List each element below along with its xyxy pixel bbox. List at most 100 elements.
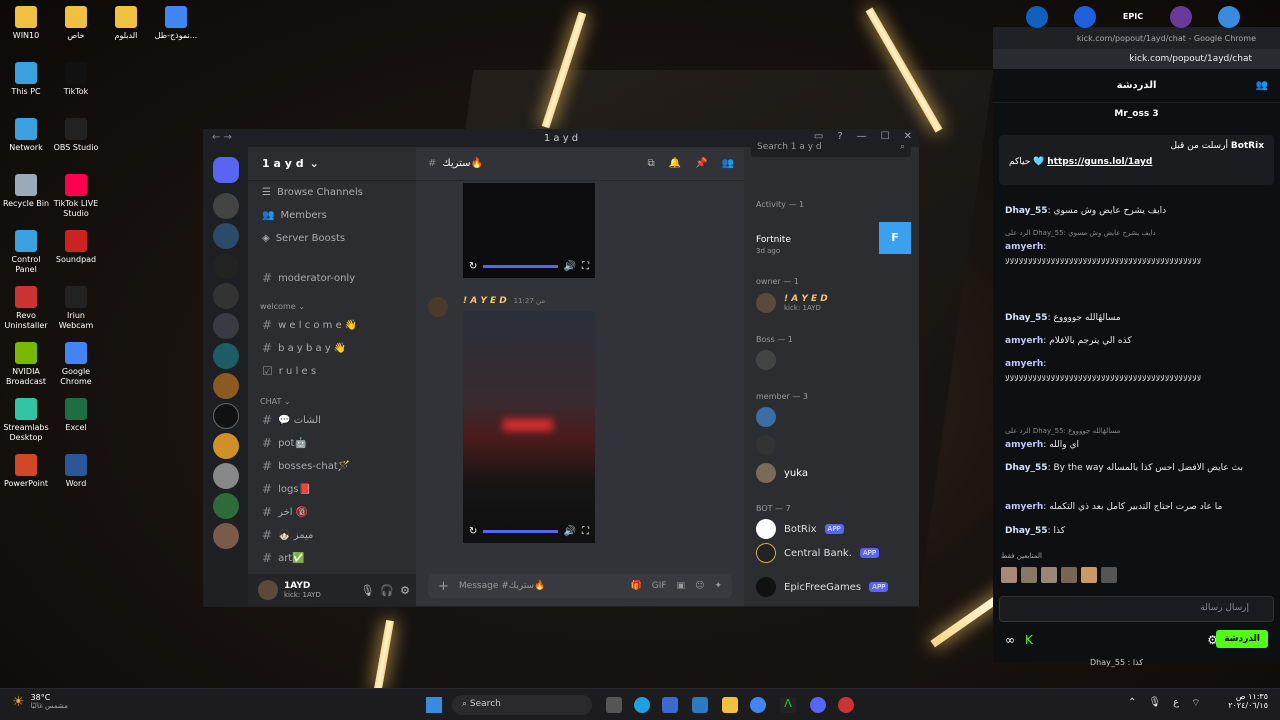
menu-members[interactable]: 👥 Members	[262, 210, 327, 221]
replay-icon[interactable]: ↻	[469, 261, 477, 272]
plus-icon[interactable]: +	[438, 579, 449, 594]
avatar[interactable]	[1081, 567, 1097, 583]
server-icon[interactable]	[213, 373, 239, 399]
channel-memes[interactable]: # 👧🏻 ميمز	[262, 528, 313, 542]
category-welcome[interactable]: welcome ⌄	[260, 302, 305, 311]
headphones-icon[interactable]: 🎧	[380, 584, 394, 597]
desktop-icon[interactable]: Google Chrome	[50, 342, 102, 387]
nav-arrows[interactable]: ← →	[212, 132, 232, 143]
channel-akher[interactable]: # اخر 🔞	[262, 505, 308, 519]
chat-send-button[interactable]: الدردشة	[1216, 630, 1268, 648]
wifi-icon[interactable]: ⌔	[1191, 697, 1200, 710]
members-icon[interactable]: 👥	[722, 158, 734, 169]
channel-pot[interactable]: # pot🤖	[262, 436, 307, 450]
mic-icon[interactable]: 🎙	[1148, 697, 1161, 710]
member-owner[interactable]: ! A Y E Dkick: 1AYD	[756, 293, 828, 313]
avatar[interactable]	[1041, 567, 1057, 583]
chat-user[interactable]: amyerh	[1005, 336, 1043, 346]
avatar[interactable]	[258, 580, 278, 600]
chat-user[interactable]: Dhay_55	[1005, 313, 1048, 323]
server-icon[interactable]	[213, 523, 239, 549]
member-yuka[interactable]: yuka	[756, 463, 808, 483]
server-icon[interactable]	[213, 223, 239, 249]
gear-icon[interactable]: ⚙	[400, 584, 410, 597]
app-icon[interactable]	[1026, 6, 1048, 28]
discord-home-icon[interactable]	[213, 157, 239, 183]
chat-user[interactable]: amyerh	[1005, 359, 1043, 369]
fullscreen-icon[interactable]: ⛶	[582, 261, 589, 272]
server-icon[interactable]	[213, 343, 239, 369]
start-icon[interactable]	[426, 697, 442, 713]
edge-icon[interactable]	[634, 697, 650, 713]
epic-games-icon[interactable]: EPIC	[1122, 6, 1144, 28]
desktop-icon[interactable]: PowerPoint	[0, 454, 52, 489]
chrome-icon[interactable]	[750, 697, 766, 713]
threads-icon[interactable]: ⧉	[648, 158, 655, 169]
app-icon[interactable]	[692, 697, 708, 713]
chat-user[interactable]: amyerh	[1005, 440, 1043, 450]
app-icon[interactable]	[1074, 6, 1096, 28]
category-chat[interactable]: CHAT ⌄	[260, 397, 291, 406]
channel-bosses-chat[interactable]: # bosses-chat🪄	[262, 459, 350, 473]
channel-moderator-only[interactable]: # moderator-only	[262, 271, 355, 285]
desktop-icon[interactable]: Control Panel	[0, 230, 52, 275]
infinity-icon[interactable]: ∞	[1005, 633, 1015, 647]
channel-baybay[interactable]: # b a y b a y 👋	[262, 341, 346, 355]
video-embed[interactable]: ↻ 🔊 ⛶	[463, 311, 595, 543]
channel-welcome[interactable]: # w e l c o m e 👋	[262, 318, 357, 332]
desktop-icon[interactable]: Excel	[50, 398, 102, 433]
taskbar-search[interactable]: ⌕ Search	[452, 695, 592, 715]
menu-browse-channels[interactable]: ☰ Browse Channels	[262, 187, 363, 198]
taskview-icon[interactable]	[606, 697, 622, 713]
member-bot[interactable]: EpicFreeGames APP	[756, 577, 889, 597]
avatar[interactable]	[1001, 567, 1017, 583]
kick-logo-icon[interactable]: K	[1025, 633, 1033, 647]
menu-server-boosts[interactable]: ◈ Server Boosts	[262, 233, 345, 244]
chat-user[interactable]: Dhay_55	[1005, 526, 1048, 536]
channel-logs[interactable]: # logs📕	[262, 482, 311, 496]
fullscreen-icon[interactable]: ⛶	[582, 526, 589, 537]
pinned-user[interactable]: Mr_oss	[1114, 109, 1149, 119]
pin-icon[interactable]: 📌	[695, 158, 707, 169]
server-icon[interactable]	[213, 493, 239, 519]
member-boss[interactable]	[756, 350, 776, 370]
server-icon[interactable]	[213, 463, 239, 489]
folder-icon[interactable]	[722, 697, 738, 713]
member-item[interactable]	[756, 407, 776, 427]
discord-icon[interactable]	[810, 697, 826, 713]
channel-chat[interactable]: # 💬 الشات	[262, 413, 321, 427]
gif-icon[interactable]: GIF	[652, 581, 667, 591]
app-icon[interactable]	[1218, 6, 1240, 28]
server-icon[interactable]	[213, 403, 239, 429]
app-icon[interactable]	[838, 697, 854, 713]
server-icon[interactable]	[213, 253, 239, 279]
replay-icon[interactable]: ↻	[469, 526, 477, 537]
desktop-icon[interactable]: خاص	[50, 6, 102, 41]
progress-bar[interactable]	[483, 265, 558, 268]
apps-icon[interactable]: ✦	[714, 581, 722, 591]
store-icon[interactable]	[662, 697, 678, 713]
desktop-icon[interactable]: Word	[50, 454, 102, 489]
clock[interactable]: ١١:٣٥ ص ٢٠٢٤/٠٦/١٥	[1228, 692, 1268, 710]
server-icon[interactable]	[213, 313, 239, 339]
server-header[interactable]: 1 a y d ⌄	[248, 147, 416, 181]
member-bot[interactable]: BotRix APP	[756, 519, 844, 539]
desktop-icon[interactable]: Soundpad	[50, 230, 102, 265]
search-input[interactable]: Search 1 a y d ⌕	[751, 139, 911, 157]
desktop-icon[interactable]: Revo Uninstaller	[0, 286, 52, 331]
video-embed[interactable]: ↻ 🔊 ⛶	[463, 183, 595, 278]
avatar[interactable]	[1101, 567, 1117, 583]
volume-icon[interactable]: 🔊	[564, 261, 576, 272]
gift-icon[interactable]: 🎁	[631, 581, 642, 591]
app-icon[interactable]: Λ	[780, 697, 796, 713]
sticker-icon[interactable]: ▣	[677, 581, 686, 591]
member-item[interactable]	[756, 435, 776, 455]
desktop-icon[interactable]: Streamlabs Desktop	[0, 398, 52, 443]
weather-widget[interactable]: ☀ 38°C مشمس غالبًا	[12, 693, 68, 710]
chat-user[interactable]: amyerh	[1005, 502, 1043, 512]
channel-rules[interactable]: ☑ r u l e s	[262, 364, 316, 378]
emoji-icon[interactable]: ☺	[695, 581, 704, 591]
desktop-icon[interactable]: Recycle Bin	[0, 174, 52, 209]
server-icon[interactable]	[213, 193, 239, 219]
volume-icon[interactable]: 🔊	[564, 526, 576, 537]
